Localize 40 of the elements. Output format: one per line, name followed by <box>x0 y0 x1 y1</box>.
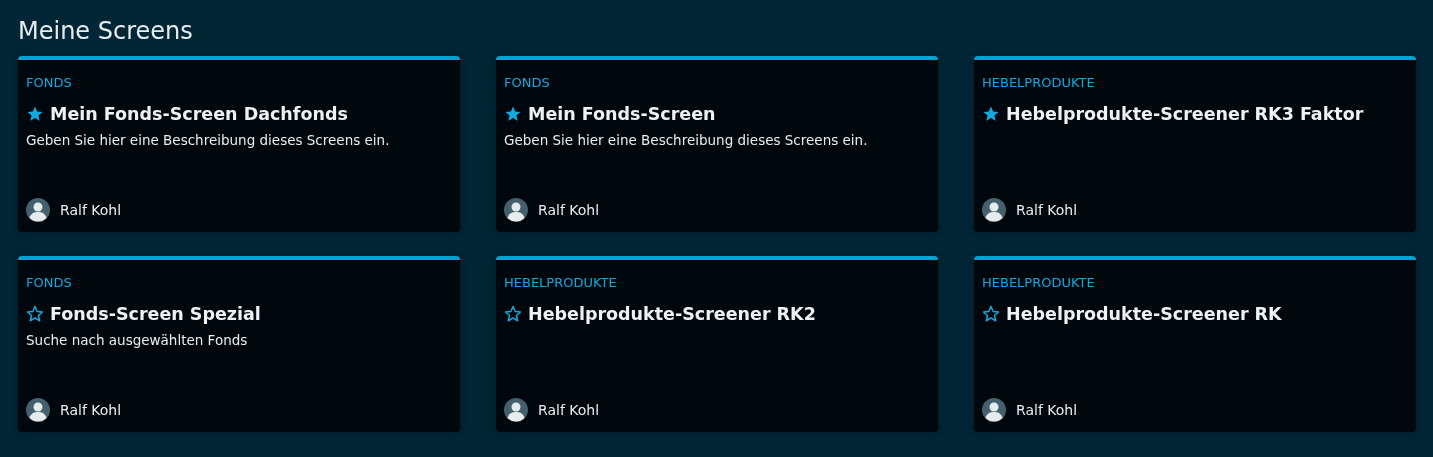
screen-card[interactable]: HEBELPRODUKTE Hebelprodukte-Screener RK Ralf Kohl <box>974 256 1416 432</box>
author-name: Ralf Kohl <box>60 402 122 418</box>
avatar-icon <box>504 198 528 222</box>
star-filled-icon[interactable] <box>26 105 44 123</box>
screen-title: Hebelprodukte-Screener RK3 Faktor <box>1006 103 1364 126</box>
screen-title: Mein Fonds-Screen Dachfonds <box>50 103 348 126</box>
category-label: HEBELPRODUKTE <box>504 274 617 292</box>
screen-title: Mein Fonds-Screen <box>528 103 716 126</box>
screen-description: Geben Sie hier eine Beschreibung dieses Screens ein. <box>26 131 390 150</box>
author-name: Ralf Kohl <box>1016 402 1078 418</box>
avatar-icon <box>26 398 50 422</box>
avatar-icon <box>26 198 50 222</box>
star-outline-icon[interactable] <box>504 305 522 323</box>
author-name: Ralf Kohl <box>60 202 122 218</box>
star-outline-icon[interactable] <box>26 305 44 323</box>
category-label: HEBELPRODUKTE <box>982 274 1095 292</box>
star-outline-icon[interactable] <box>982 305 1000 323</box>
category-label: HEBELPRODUKTE <box>982 74 1095 92</box>
star-filled-icon[interactable] <box>982 105 1000 123</box>
category-label: FONDS <box>26 274 72 292</box>
author-name: Ralf Kohl <box>538 202 600 218</box>
avatar-icon <box>982 398 1006 422</box>
screen-card[interactable]: HEBELPRODUKTE Hebelprodukte-Screener RK3 Faktor Ralf Kohl <box>974 56 1416 232</box>
author-name: Ralf Kohl <box>1016 202 1078 218</box>
page-title: Meine Screens <box>18 16 194 47</box>
screen-description: Suche nach ausgewählten Fonds <box>26 331 248 350</box>
author-name: Ralf Kohl <box>538 402 600 418</box>
star-filled-icon[interactable] <box>504 105 522 123</box>
category-label: FONDS <box>504 74 550 92</box>
avatar-icon <box>504 398 528 422</box>
screen-card[interactable]: FONDS Fonds-Screen Spezial Suche nach ausgewählten Fonds Ralf Kohl <box>18 256 460 432</box>
screen-title: Hebelprodukte-Screener RK <box>1006 303 1282 326</box>
screen-card[interactable]: FONDS Mein Fonds-Screen Dachfonds Geben Sie hier eine Beschreibung dieses Screens ein. Ralf Kohl <box>18 56 460 232</box>
screen-title: Fonds-Screen Spezial <box>50 303 261 326</box>
category-label: FONDS <box>26 74 72 92</box>
screen-card[interactable]: FONDS Mein Fonds-Screen Geben Sie hier eine Beschreibung dieses Screens ein. Ralf Kohl <box>496 56 938 232</box>
screen-card[interactable]: HEBELPRODUKTE Hebelprodukte-Screener RK2 Ralf Kohl <box>496 256 938 432</box>
screen-description: Geben Sie hier eine Beschreibung dieses Screens ein. <box>504 131 868 150</box>
screen-title: Hebelprodukte-Screener RK2 <box>528 303 816 326</box>
avatar-icon <box>982 198 1006 222</box>
